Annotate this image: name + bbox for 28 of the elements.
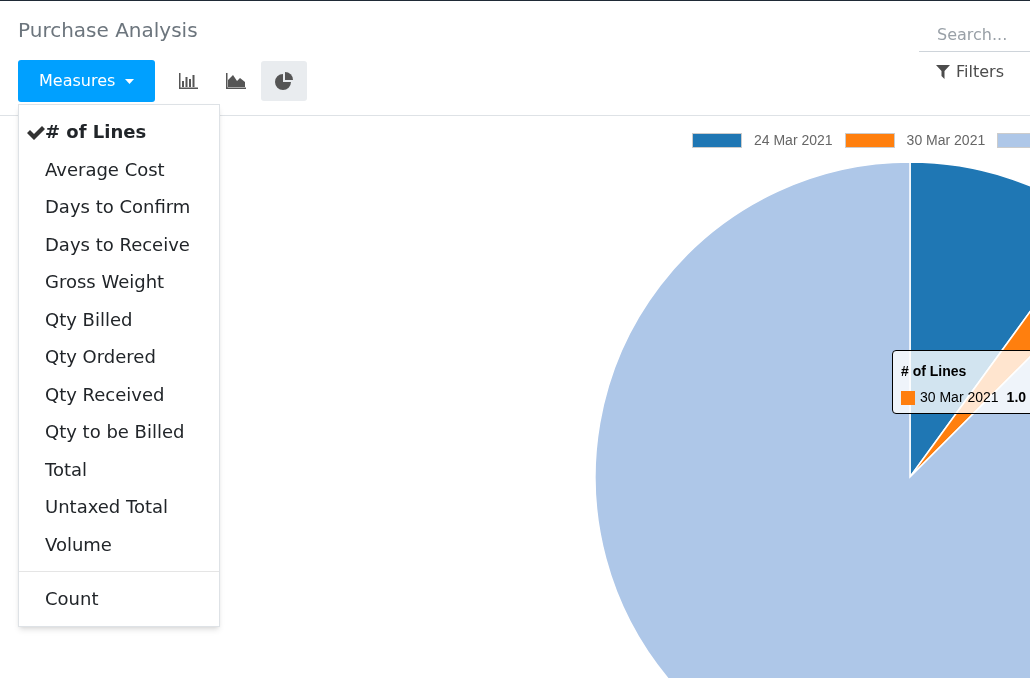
pie-chart-view-button[interactable]	[261, 61, 308, 101]
filters-button[interactable]: Filters	[936, 60, 1004, 84]
measure-menu-item[interactable]: Total	[19, 450, 219, 488]
legend-label: 24 Mar 2021	[754, 131, 833, 150]
measure-menu-item[interactable]: Qty Received	[19, 375, 219, 413]
measure-menu-item[interactable]: Qty Billed	[19, 300, 219, 338]
pie-chart-icon	[275, 72, 294, 90]
area-chart-icon	[226, 73, 247, 89]
measure-menu-item[interactable]: Qty to be Billed	[19, 413, 219, 451]
pie-slice[interactable]	[594, 161, 1030, 678]
tooltip-value: 1.0	[1006, 388, 1027, 407]
filter-icon	[936, 65, 951, 79]
measure-menu-item[interactable]: Days to Receive	[19, 225, 219, 263]
measure-menu-item[interactable]: # of Lines	[19, 113, 219, 151]
bar-chart-icon	[178, 73, 199, 89]
page-title: Purchase Analysis	[18, 17, 199, 44]
measure-menu-item[interactable]: Untaxed Total	[19, 488, 219, 526]
measure-menu-item[interactable]: Days to Confirm	[19, 188, 219, 226]
search-field[interactable]: Search...	[919, 18, 1030, 52]
legend-label: 30 Mar 2021	[906, 131, 986, 150]
tooltip-label: 30 Mar 2021	[920, 388, 999, 407]
caret-icon	[125, 78, 135, 84]
measure-menu-item[interactable]: Volume	[19, 525, 219, 563]
measure-menu-item[interactable]: Count	[19, 580, 219, 618]
measure-menu-item[interactable]: Average Cost	[19, 150, 219, 188]
tooltip-title: # of Lines	[901, 362, 968, 381]
measure-menu-item[interactable]: Gross Weight	[19, 263, 219, 301]
measure-menu-item[interactable]: Qty Ordered	[19, 338, 219, 376]
